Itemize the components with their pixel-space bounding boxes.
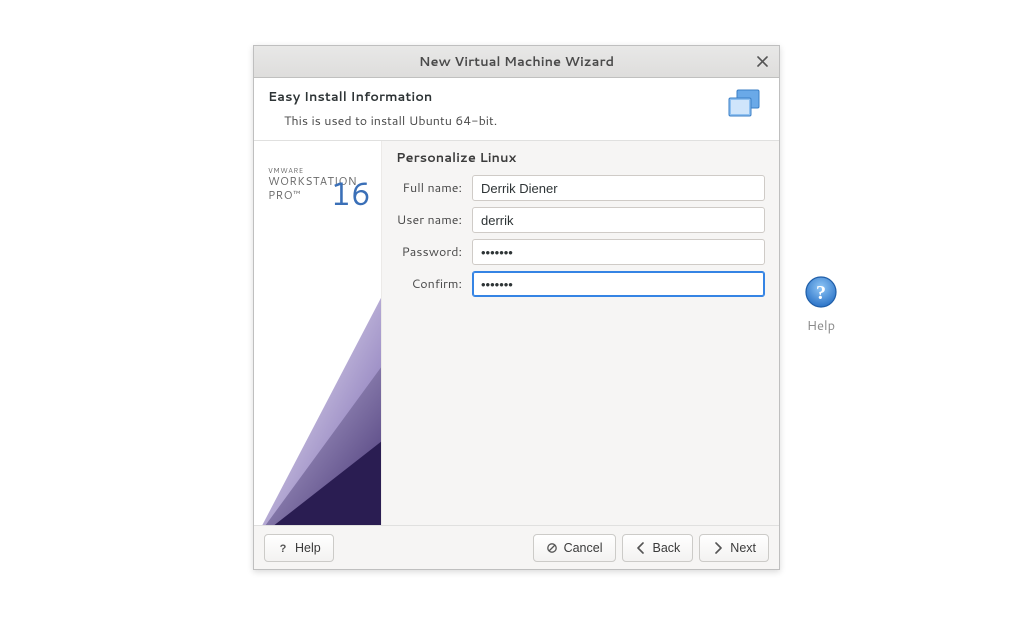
arrow-left-icon [635, 542, 647, 554]
help-button[interactable]: ? Help [264, 534, 334, 562]
svg-text:?: ? [280, 543, 287, 554]
sidebar-branding: VMWARE WORKSTATION PRO™ 16 [254, 141, 382, 525]
arrow-right-icon [712, 542, 724, 554]
header-title: Easy Install Information [268, 88, 765, 106]
body: VMWARE WORKSTATION PRO™ 16 Personalize L… [254, 141, 779, 525]
label-confirm: Confirm: [396, 275, 472, 293]
row-username: User name: [396, 207, 765, 233]
header: Easy Install Information This is used to… [254, 78, 779, 141]
svg-text:?: ? [816, 282, 826, 304]
row-confirm: Confirm: [396, 271, 765, 297]
question-icon: ? [277, 542, 289, 554]
input-password[interactable] [472, 239, 765, 265]
back-button-label: Back [653, 541, 681, 555]
wizard-dialog: New Virtual Machine Wizard Easy Install … [253, 45, 780, 570]
brand-version: 16 [330, 171, 371, 216]
help-button-label: Help [295, 541, 321, 555]
desktop-help-label: Help [797, 317, 845, 335]
section-title: Personalize Linux [396, 149, 765, 167]
row-fullname: Full name: [396, 175, 765, 201]
window-title: New Virtual Machine Wizard [254, 53, 779, 71]
next-button-label: Next [730, 541, 756, 555]
cancel-icon [546, 542, 558, 554]
label-fullname: Full name: [396, 179, 472, 197]
header-subtitle: This is used to install Ubuntu 64-bit. [284, 112, 765, 130]
desktop-help-shortcut[interactable]: ? Help [797, 275, 845, 335]
close-icon [757, 56, 768, 67]
input-confirm[interactable] [472, 271, 765, 297]
form-area: Personalize Linux Full name: User name: … [382, 141, 779, 525]
buttonbar: ? Help Cancel Back Next [254, 525, 779, 569]
titlebar: New Virtual Machine Wizard [254, 46, 779, 78]
next-button[interactable]: Next [699, 534, 769, 562]
cancel-button-label: Cancel [564, 541, 603, 555]
label-password: Password: [396, 243, 472, 261]
vm-icon [725, 86, 765, 126]
label-username: User name: [396, 211, 472, 229]
back-button[interactable]: Back [622, 534, 694, 562]
close-button[interactable] [753, 53, 771, 71]
help-icon: ? [804, 275, 838, 309]
input-fullname[interactable] [472, 175, 765, 201]
input-username[interactable] [472, 207, 765, 233]
cancel-button[interactable]: Cancel [533, 534, 616, 562]
row-password: Password: [396, 239, 765, 265]
